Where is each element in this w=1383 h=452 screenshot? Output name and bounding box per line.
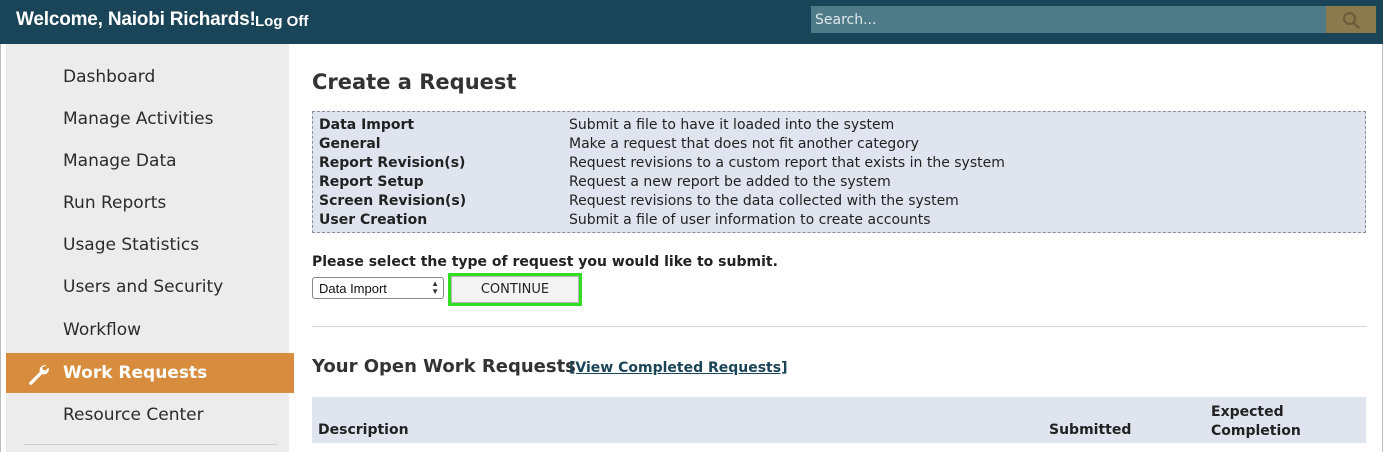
sidebar-item-usage-statistics[interactable]: Usage Statistics bbox=[6, 225, 294, 265]
sidebar-item-run-reports[interactable]: Run Reports bbox=[6, 183, 294, 223]
request-types-panel: Data Import Submit a file to have it loa… bbox=[312, 111, 1366, 233]
request-type-row: General Make a request that does not fit… bbox=[319, 136, 1359, 155]
section-divider bbox=[312, 326, 1367, 327]
sidebar-item-manage-data[interactable]: Manage Data bbox=[6, 141, 294, 181]
page-title: Create a Request bbox=[312, 70, 517, 94]
search-input[interactable] bbox=[811, 6, 1326, 33]
sidebar-item-label: Work Requests bbox=[63, 363, 208, 383]
request-type-description: Make a request that does not fit another… bbox=[569, 136, 919, 152]
frame-border-left bbox=[0, 44, 1, 452]
sidebar-item-label: Workflow bbox=[63, 320, 142, 340]
sidebar-item-dashboard[interactable]: Dashboard bbox=[6, 57, 294, 97]
request-type-select-value: Data Import bbox=[319, 281, 387, 296]
request-type-description: Submit a file to have it loaded into the… bbox=[569, 117, 895, 133]
view-completed-requests-link[interactable]: [View Completed Requests] bbox=[569, 360, 787, 376]
wrench-icon bbox=[26, 362, 50, 390]
request-type-row: Screen Revision(s) Request revisions to … bbox=[319, 193, 1359, 212]
search-icon bbox=[1342, 11, 1360, 29]
request-type-row: Report Setup Request a new report be add… bbox=[319, 174, 1359, 193]
continue-button[interactable]: CONTINUE bbox=[448, 273, 582, 306]
request-type-description: Submit a file of user information to cre… bbox=[569, 212, 931, 228]
request-type-name: Report Revision(s) bbox=[319, 155, 466, 171]
sidebar-item-label: Run Reports bbox=[63, 193, 167, 213]
request-type-name: Report Setup bbox=[319, 174, 424, 190]
column-header-submitted[interactable]: Submitted bbox=[1049, 422, 1131, 438]
welcome-message: Welcome, Naiobi Richards! bbox=[16, 9, 256, 30]
main-content: Create a Request Data Import Submit a fi… bbox=[312, 44, 1367, 452]
sidebar-item-users-and-security[interactable]: Users and Security bbox=[6, 267, 294, 307]
request-type-name: User Creation bbox=[319, 212, 428, 228]
sidebar-item-label: Users and Security bbox=[63, 277, 224, 297]
request-type-name: Screen Revision(s) bbox=[319, 193, 467, 209]
request-type-description: Request revisions to the data collected … bbox=[569, 193, 959, 209]
open-requests-table-header: Description Submitted Expected Completio… bbox=[312, 397, 1366, 443]
request-type-select[interactable]: Data Import ▲ ▼ bbox=[312, 277, 444, 299]
sidebar-item-work-requests[interactable]: Work Requests bbox=[6, 353, 294, 393]
request-type-row: Report Revision(s) Request revisions to … bbox=[319, 155, 1359, 174]
request-type-row: User Creation Submit a file of user info… bbox=[319, 212, 1359, 231]
continue-button-label: CONTINUE bbox=[451, 276, 579, 303]
top-bar: Welcome, Naiobi Richards! Log Off bbox=[0, 0, 1383, 44]
log-off-link[interactable]: Log Off bbox=[255, 13, 308, 30]
sidebar-item-label: Manage Data bbox=[63, 151, 177, 171]
request-type-name: General bbox=[319, 136, 381, 152]
sidebar: Dashboard Manage Activities Manage Data … bbox=[6, 44, 294, 452]
sidebar-item-workflow[interactable]: Workflow bbox=[6, 310, 294, 350]
sidebar-item-label: Dashboard bbox=[63, 67, 156, 87]
request-type-row: Data Import Submit a file to have it loa… bbox=[319, 117, 1359, 136]
search-button[interactable] bbox=[1326, 6, 1376, 33]
request-type-description: Request revisions to a custom report tha… bbox=[569, 155, 1005, 171]
request-type-name: Data Import bbox=[319, 117, 415, 133]
column-header-expected-completion[interactable]: Expected Completion bbox=[1211, 403, 1331, 441]
sidebar-divider bbox=[24, 444, 277, 445]
sidebar-item-label: Usage Statistics bbox=[63, 235, 200, 255]
select-arrows-icon: ▲ ▼ bbox=[431, 279, 439, 296]
sidebar-item-resource-center[interactable]: Resource Center bbox=[6, 395, 294, 435]
open-requests-title: Your Open Work Requests bbox=[312, 356, 576, 377]
request-type-prompt: Please select the type of request you wo… bbox=[312, 254, 778, 270]
column-header-description[interactable]: Description bbox=[318, 422, 409, 438]
sidebar-item-manage-activities[interactable]: Manage Activities bbox=[6, 99, 294, 139]
sidebar-item-label: Resource Center bbox=[63, 405, 204, 425]
request-type-description: Request a new report be added to the sys… bbox=[569, 174, 891, 190]
sidebar-item-label: Manage Activities bbox=[63, 109, 214, 129]
